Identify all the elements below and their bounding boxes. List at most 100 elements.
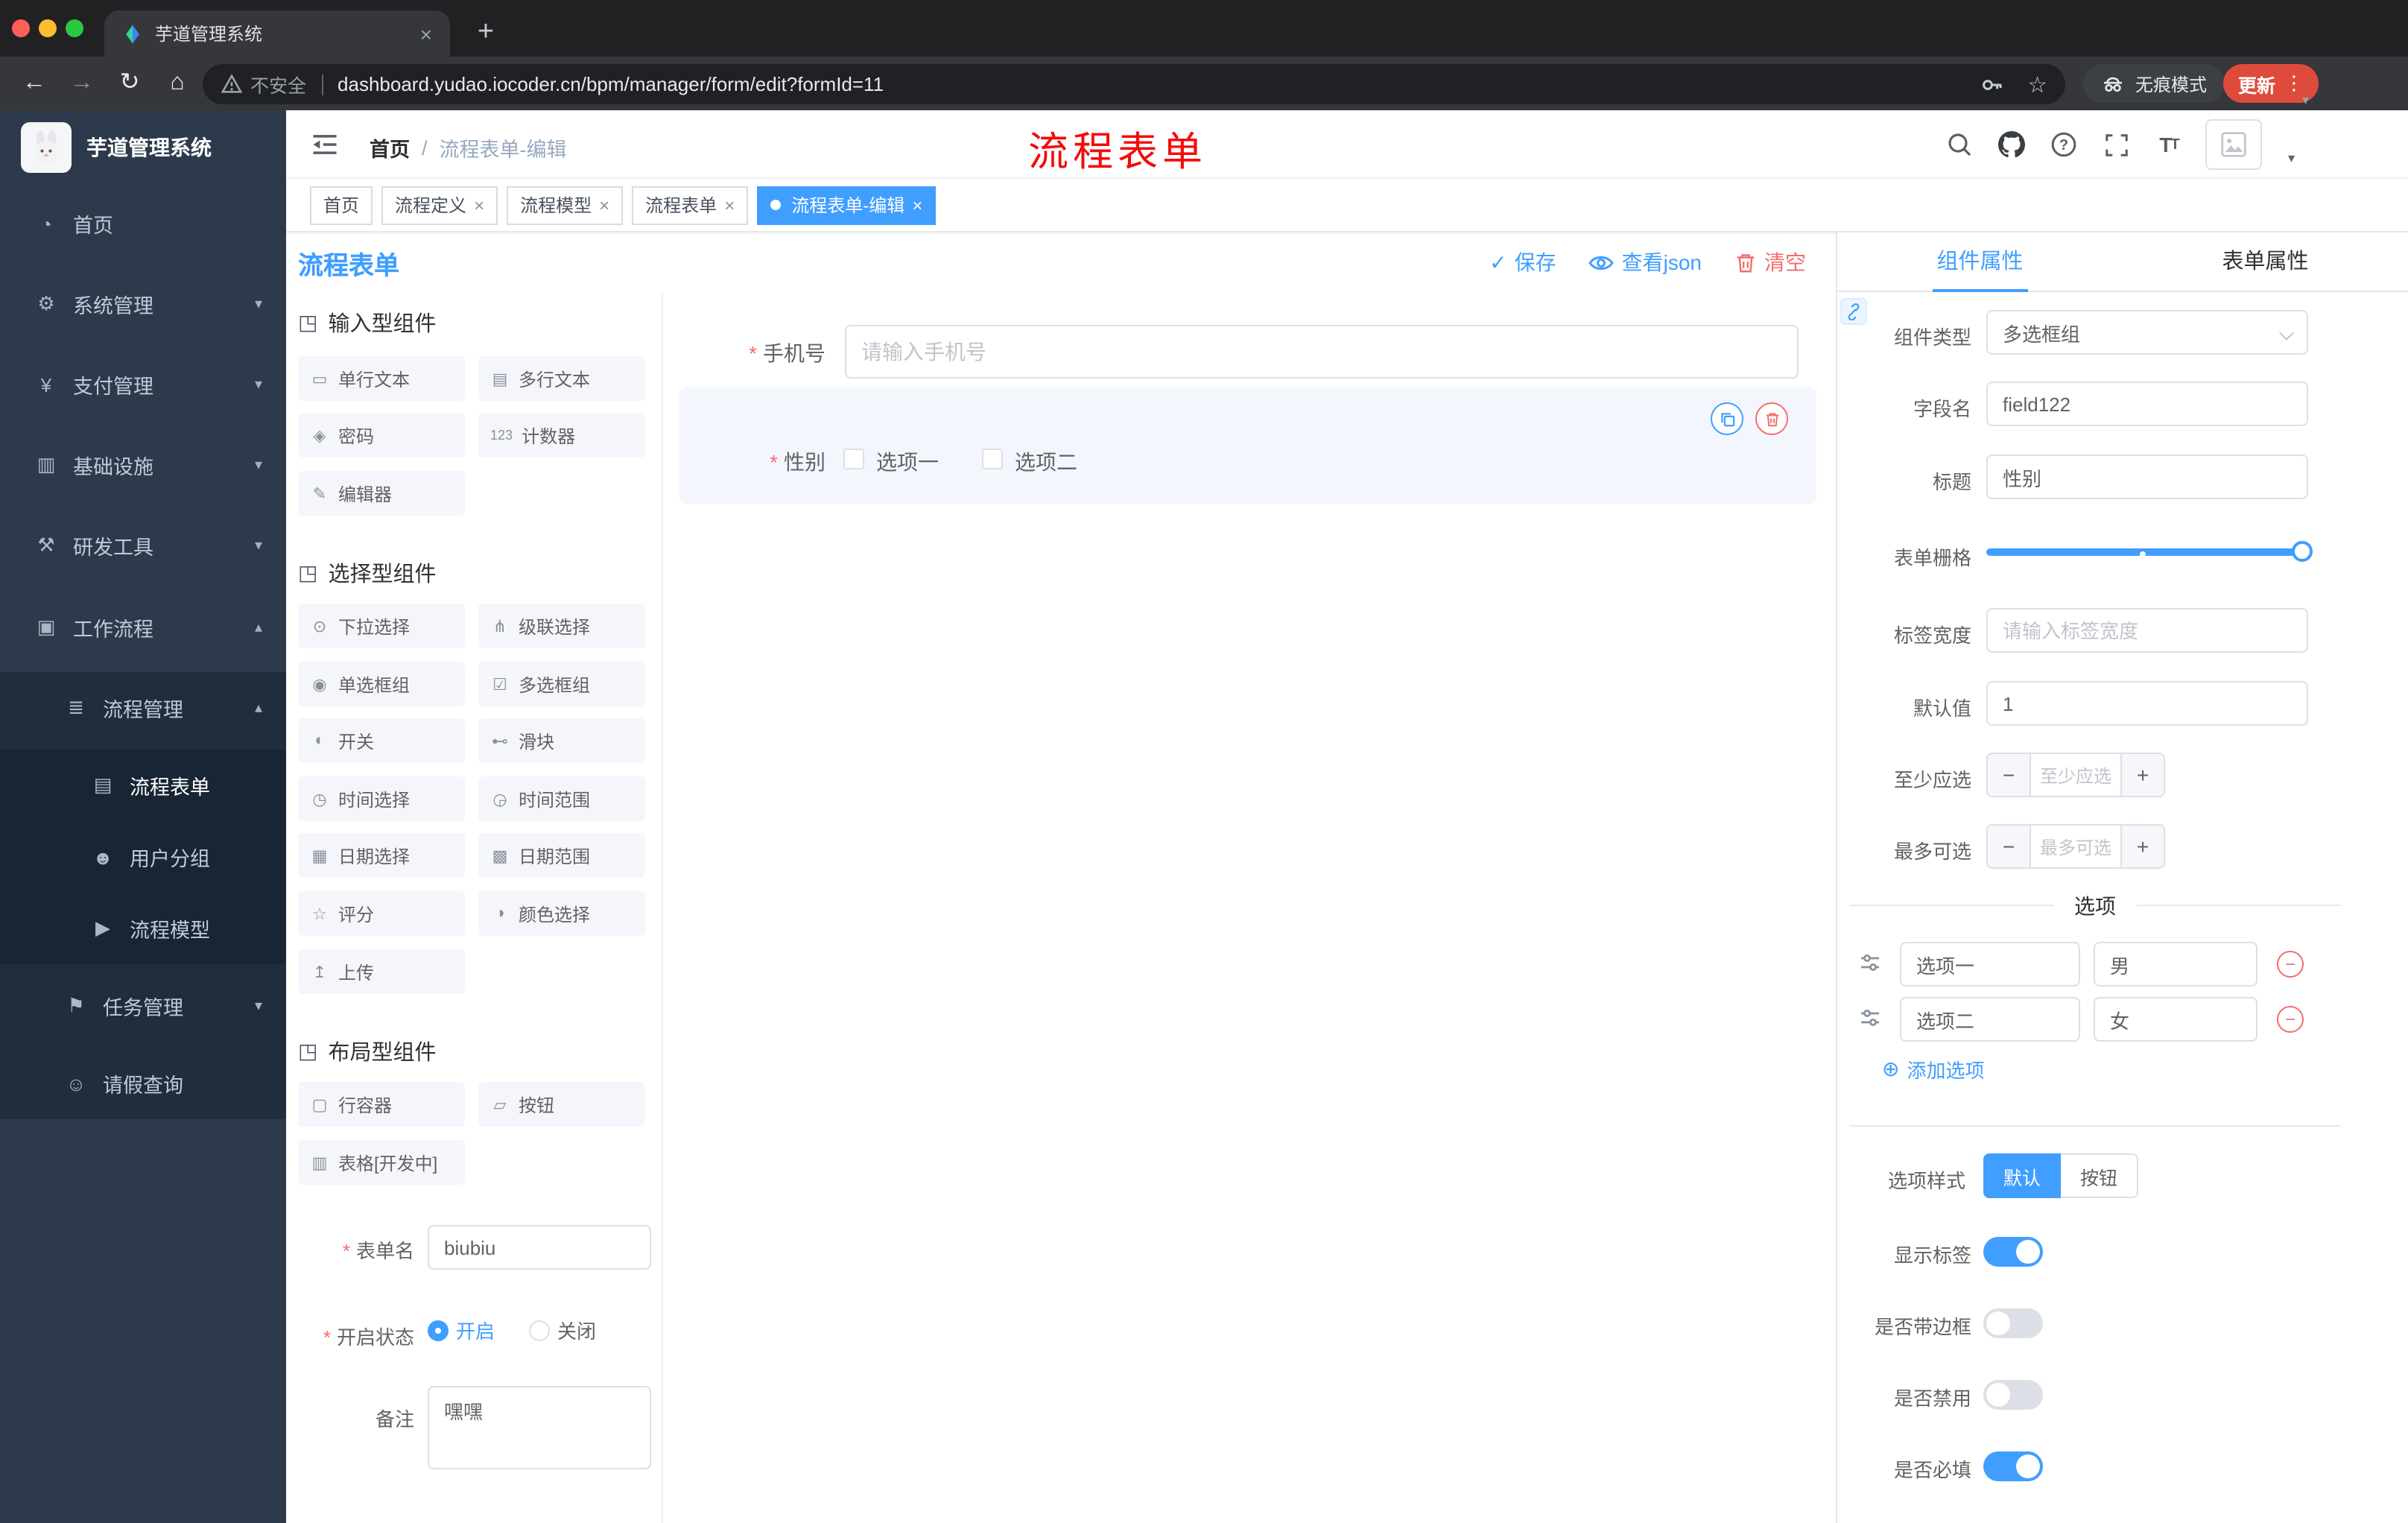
status-radio-on[interactable]: 开启: [428, 1316, 495, 1344]
option2-value-input[interactable]: [2094, 997, 2258, 1042]
gender-option2-checkbox[interactable]: [982, 449, 1003, 469]
option1-label-input[interactable]: [1900, 942, 2080, 987]
remark-textarea[interactable]: 嘿嘿: [428, 1386, 651, 1469]
min-select-value[interactable]: 至少应选: [2031, 754, 2120, 796]
status-radio-off[interactable]: 关闭: [529, 1316, 596, 1344]
window-minimize-button[interactable]: [39, 19, 57, 37]
selected-widget-gender[interactable]: 性别 选项一 选项二: [679, 387, 1816, 504]
form-name-input[interactable]: [428, 1225, 651, 1270]
clear-button[interactable]: 清空: [1734, 247, 1806, 277]
field-name-input[interactable]: [1986, 381, 2308, 426]
increase-button[interactable]: +: [2120, 826, 2164, 867]
decrease-button[interactable]: −: [1988, 754, 2031, 796]
border-switch[interactable]: [1983, 1308, 2043, 1338]
reload-icon[interactable]: ↻: [113, 67, 146, 100]
sidebar-item-leave-query[interactable]: ☺ 请假查询: [0, 1048, 286, 1119]
palette-item-radio-group[interactable]: ◉ 单选框组: [298, 662, 465, 706]
label-width-input[interactable]: [1986, 608, 2308, 653]
tag-close-icon[interactable]: ×: [474, 194, 484, 215]
palette-item-switch[interactable]: ◐ 开关: [298, 718, 465, 763]
decrease-button[interactable]: −: [1988, 826, 2031, 867]
disabled-switch[interactable]: [1983, 1380, 2043, 1410]
max-select-value[interactable]: 最多可选: [2031, 826, 2120, 867]
required-switch[interactable]: [1983, 1451, 2043, 1481]
chevron-down-icon[interactable]: ▾: [2302, 92, 2309, 109]
style-button-button[interactable]: 按钮: [2061, 1153, 2138, 1198]
tab-form-props[interactable]: 表单属性: [2123, 232, 2408, 291]
tab-component-props[interactable]: 组件属性: [1837, 232, 2123, 292]
new-tab-button[interactable]: +: [465, 12, 507, 54]
sidebar-item-workflow[interactable]: ▣ 工作流程 ▴: [0, 592, 286, 663]
security-label[interactable]: 不安全: [250, 70, 306, 98]
palette-item-table[interactable]: ▥ 表格[开发中]: [298, 1140, 465, 1185]
drag-handle-icon[interactable]: [1858, 951, 1885, 978]
palette-item-button[interactable]: ▱ 按钮: [478, 1082, 645, 1127]
github-icon[interactable]: [1997, 130, 2027, 159]
palette-item-multi-line-text[interactable]: ▤ 多行文本: [478, 356, 645, 401]
palette-item-password[interactable]: ◈ 密码: [298, 413, 465, 457]
bookmark-star-icon[interactable]: ☆: [2027, 71, 2047, 98]
style-default-button[interactable]: 默认: [1983, 1153, 2061, 1198]
sidebar-item-task-management[interactable]: ⚑ 任务管理 ▾: [0, 970, 286, 1042]
component-type-select[interactable]: 多选框组: [1986, 310, 2308, 355]
sidebar-item-process-management[interactable]: ≣ 流程管理 ▴: [0, 672, 286, 744]
phone-input[interactable]: [845, 325, 1799, 379]
palette-item-slider[interactable]: ⊷ 滑块: [478, 718, 645, 763]
fullscreen-icon[interactable]: [2102, 130, 2132, 159]
palette-item-color-picker[interactable]: ◑ 颜色选择: [478, 891, 645, 936]
tag-process-definition[interactable]: 流程定义 ×: [381, 186, 498, 224]
home-icon[interactable]: ⌂: [161, 67, 194, 100]
address-bar[interactable]: 不安全 dashboard.yudao.iocoder.cn/bpm/manag…: [203, 64, 2065, 104]
search-icon[interactable]: [1945, 130, 1975, 159]
remove-option2-button[interactable]: −: [2277, 1006, 2304, 1033]
show-label-switch[interactable]: [1983, 1237, 2043, 1267]
browser-tab[interactable]: 芋道管理系统 ×: [104, 10, 450, 57]
gender-option1-checkbox[interactable]: [843, 449, 864, 469]
window-zoom-button[interactable]: [66, 19, 83, 37]
sidebar-item-process-model[interactable]: ▶ 流程模型: [0, 893, 286, 964]
save-button[interactable]: ✓ 保存: [1489, 247, 1556, 277]
palette-item-time-range[interactable]: ◶ 时间范围: [478, 776, 645, 821]
sidebar-item-home[interactable]: ◔ 首页: [0, 188, 286, 259]
palette-item-row-container[interactable]: ▢ 行容器: [298, 1082, 465, 1127]
view-json-button[interactable]: 查看json: [1588, 247, 1702, 277]
avatar-chevron-down-icon[interactable]: ▾: [2288, 151, 2295, 167]
default-value-input[interactable]: [1986, 681, 2308, 726]
sidebar-item-infrastructure[interactable]: ▥ 基础设施 ▾: [0, 429, 286, 501]
tab-close-icon[interactable]: ×: [417, 23, 435, 44]
tag-home[interactable]: 首页: [310, 186, 373, 224]
help-icon[interactable]: ?: [2050, 130, 2079, 159]
tag-close-icon[interactable]: ×: [599, 194, 609, 215]
option2-label-input[interactable]: [1900, 997, 2080, 1042]
back-icon[interactable]: ←: [18, 67, 51, 100]
font-size-icon[interactable]: TT: [2154, 130, 2184, 159]
browser-menu-icon[interactable]: ⋮: [2284, 72, 2304, 95]
palette-item-select[interactable]: ⊙ 下拉选择: [298, 604, 465, 648]
window-close-button[interactable]: [12, 19, 30, 37]
tag-process-form[interactable]: 流程表单 ×: [632, 186, 749, 224]
tag-close-icon[interactable]: ×: [724, 194, 735, 215]
drag-handle-icon[interactable]: [1858, 1006, 1885, 1033]
breadcrumb-home[interactable]: 首页: [370, 133, 410, 162]
sidebar-item-payment[interactable]: ¥ 支付管理 ▾: [0, 349, 286, 420]
tag-process-form-edit[interactable]: 流程表单-编辑 ×: [757, 186, 937, 224]
avatar[interactable]: [2205, 119, 2263, 170]
sidebar-item-dev-tools[interactable]: ⚒ 研发工具 ▾: [0, 510, 286, 581]
url-text[interactable]: dashboard.yudao.iocoder.cn/bpm/manager/f…: [338, 73, 884, 95]
tag-close-icon[interactable]: ×: [912, 194, 922, 215]
option1-value-input[interactable]: [2094, 942, 2258, 987]
sidebar-item-user-group[interactable]: ☻ 用户分组: [0, 821, 286, 893]
palette-item-cascader[interactable]: ⋔ 级联选择: [478, 604, 645, 648]
sidebar-item-system[interactable]: ⚙ 系统管理 ▾: [0, 268, 286, 340]
remove-option1-button[interactable]: −: [2277, 951, 2304, 978]
palette-item-editor[interactable]: ✎ 编辑器: [298, 471, 465, 516]
form-grid-slider[interactable]: [1986, 531, 2313, 572]
increase-button[interactable]: +: [2120, 754, 2164, 796]
palette-item-date-range[interactable]: ▩ 日期范围: [478, 833, 645, 878]
palette-item-checkbox-group[interactable]: ☑ 多选框组: [478, 662, 645, 706]
slider-runway[interactable]: [1986, 548, 2313, 556]
palette-item-upload[interactable]: ↥ 上传: [298, 949, 465, 994]
copy-widget-button[interactable]: [1711, 402, 1743, 435]
palette-item-rate[interactable]: ☆ 评分: [298, 891, 465, 936]
password-key-icon[interactable]: [1980, 72, 2003, 96]
